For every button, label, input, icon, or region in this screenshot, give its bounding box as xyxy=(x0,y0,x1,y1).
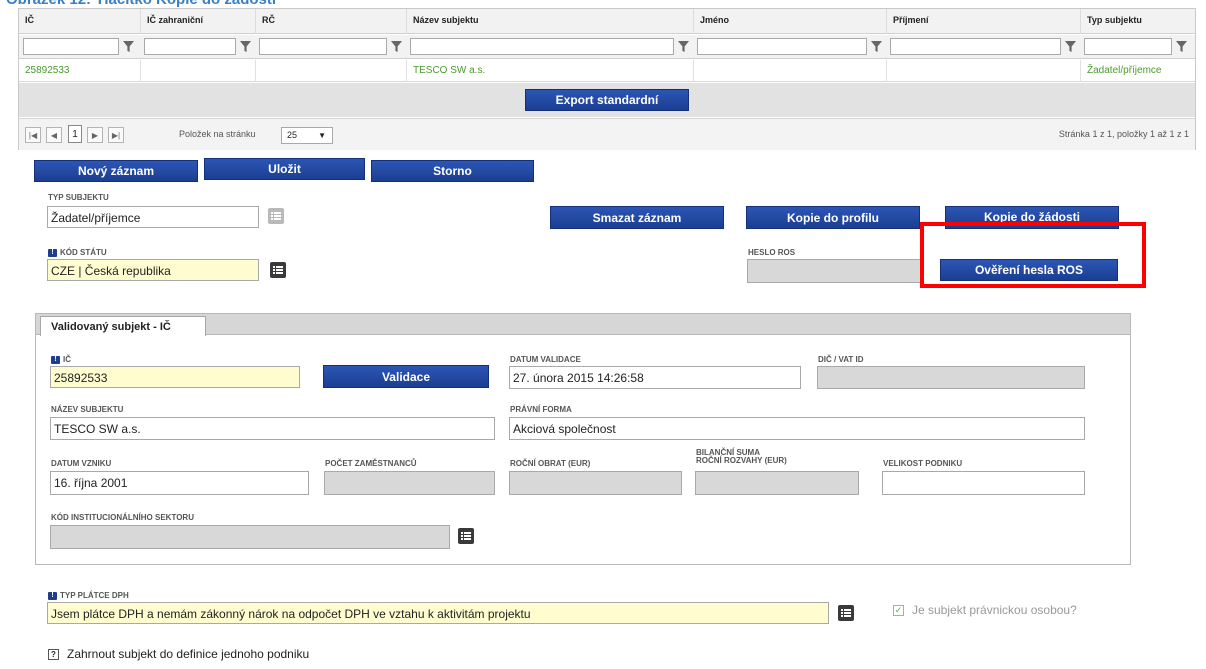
dic-label: DIČ / VAT ID xyxy=(818,355,864,364)
figure-caption: Obrázek 12: Tlačítko Kopie do žádosti xyxy=(6,0,276,8)
velikost-podniku-field[interactable] xyxy=(882,471,1085,495)
pravnicka-osoba-label: Je subjekt právnickou osobou? xyxy=(912,603,1077,617)
filter-funnel-icon[interactable] xyxy=(120,38,136,55)
delete-record-button[interactable]: Smazat záznam xyxy=(550,206,724,229)
column-header-prijmeni[interactable]: Příjmení xyxy=(887,9,1081,34)
cell-prijmeni xyxy=(887,60,1081,82)
per-page-select[interactable]: 25 ▼ xyxy=(281,127,333,144)
list-icon[interactable] xyxy=(268,208,284,224)
typ-subjektu-label: TYP SUBJEKTU xyxy=(48,193,109,202)
datum-validace-label: DATUM VALIDACE xyxy=(510,355,581,364)
bilancni-suma-label: BILANČNÍ SUMA ROČNÍ ROZVAHY (EUR) xyxy=(696,448,787,465)
cell-nazev: TESCO SW a.s. xyxy=(407,60,694,82)
pager: |◀ ◀ 1 ▶ ▶| Položek na stránku 25 ▼ Strá… xyxy=(19,118,1195,150)
column-header-typ[interactable]: Typ subjektu xyxy=(1081,9,1195,34)
filter-input-ic[interactable] xyxy=(23,38,119,55)
chevron-down-icon: ▼ xyxy=(318,131,326,140)
typ-platce-dph-field[interactable]: Jsem plátce DPH a nemám zákonný nárok na… xyxy=(47,602,829,624)
dic-field[interactable] xyxy=(817,366,1085,389)
filter-input-jmeno[interactable] xyxy=(697,38,867,55)
prev-page-icon[interactable]: ◀ xyxy=(46,127,62,143)
heslo-ros-label: HESLO ROS xyxy=(748,248,796,257)
per-page-value: 25 xyxy=(287,130,298,140)
per-page-label: Položek na stránku xyxy=(179,129,256,139)
export-bar: Export standardní xyxy=(19,83,1195,117)
datum-vzniku-label: DATUM VZNIKU xyxy=(51,459,112,468)
velikost-podniku-label: VELIKOST PODNIKU xyxy=(883,459,963,468)
table-row[interactable]: 25892533 TESCO SW a.s. Žadatel/příjemce xyxy=(19,60,1195,82)
filter-funnel-icon[interactable] xyxy=(237,38,253,55)
export-standard-button[interactable]: Export standardní xyxy=(525,89,689,111)
pocet-zamestnancu-field[interactable] xyxy=(324,471,495,495)
kod-statu-field[interactable]: CZE | Česká republika xyxy=(47,259,259,281)
help-icon[interactable]: ? xyxy=(48,649,59,660)
ic-label: ! IČ xyxy=(51,356,71,364)
filter-input-typ[interactable] xyxy=(1084,38,1172,55)
validace-button[interactable]: Validace xyxy=(323,365,489,388)
tab-validovany-subjekt[interactable]: Validovaný subjekt - IČ xyxy=(40,316,206,336)
last-page-icon[interactable]: ▶| xyxy=(108,127,124,143)
filter-funnel-icon[interactable] xyxy=(1062,38,1078,55)
kod-sektoru-label: KÓD INSTITUCIONÁLNÍHO SEKTORU xyxy=(51,513,194,522)
rocni-obrat-field[interactable] xyxy=(509,471,682,495)
pocet-zamestnancu-label: POČET ZAMĚSTNANCŮ xyxy=(325,459,417,468)
cell-rc xyxy=(256,60,407,82)
filter-input-ic-zahranicni[interactable] xyxy=(144,38,236,55)
cell-typ: Žadatel/příjemce xyxy=(1087,65,1162,76)
copy-to-profile-button[interactable]: Kopie do profilu xyxy=(746,206,920,229)
subjects-grid: IČ IČ zahraniční RČ Název subjektu Jméno… xyxy=(18,8,1196,150)
new-record-button[interactable]: Nový záznam xyxy=(34,160,198,182)
rocni-obrat-label: ROČNÍ OBRAT (EUR) xyxy=(510,459,591,468)
typ-platce-dph-label: ! TYP PLÁTCE DPH xyxy=(48,592,129,600)
required-icon: ! xyxy=(48,592,57,600)
filter-funnel-icon[interactable] xyxy=(675,38,691,55)
filter-funnel-icon[interactable] xyxy=(388,38,404,55)
ic-field[interactable]: 25892533 xyxy=(50,366,300,388)
filter-input-nazev[interactable] xyxy=(410,38,674,55)
filter-row xyxy=(19,35,1195,59)
datum-validace-field[interactable]: 27. února 2015 14:26:58 xyxy=(509,366,801,389)
list-icon[interactable] xyxy=(838,605,854,621)
zahrnout-subjekt-label: Zahrnout subjekt do definice jednoho pod… xyxy=(67,647,310,661)
kod-statu-label: ! KÓD STÁTU xyxy=(48,249,107,257)
cell-ic: 25892533 xyxy=(19,60,141,82)
typ-subjektu-field[interactable]: Žadatel/příjemce xyxy=(47,206,259,228)
column-header-jmeno[interactable]: Jméno xyxy=(694,9,887,34)
column-header-ic-zahranicni[interactable]: IČ zahraniční xyxy=(141,9,256,34)
first-page-icon[interactable]: |◀ xyxy=(25,127,41,143)
pravnicka-osoba-checkbox[interactable]: ✓ xyxy=(893,605,904,616)
kod-sektoru-field[interactable] xyxy=(50,525,450,549)
filter-input-rc[interactable] xyxy=(259,38,387,55)
column-header-nazev[interactable]: Název subjektu xyxy=(407,9,694,34)
pravni-forma-label: PRÁVNÍ FORMA xyxy=(510,405,572,414)
cell-jmeno xyxy=(694,60,887,82)
list-icon[interactable] xyxy=(458,528,474,544)
save-button[interactable]: Uložit xyxy=(204,158,365,180)
bilancni-suma-field[interactable] xyxy=(695,471,859,495)
cancel-button[interactable]: Storno xyxy=(371,160,534,182)
column-header-ic[interactable]: IČ xyxy=(19,9,141,34)
filter-funnel-icon[interactable] xyxy=(1173,38,1189,55)
required-icon: ! xyxy=(51,356,60,364)
list-icon[interactable] xyxy=(270,262,286,278)
next-page-icon[interactable]: ▶ xyxy=(87,127,103,143)
grid-header: IČ IČ zahraniční RČ Název subjektu Jméno… xyxy=(19,9,1195,34)
column-header-rc[interactable]: RČ xyxy=(256,9,407,34)
nazev-subjektu-label: NÁZEV SUBJEKTU xyxy=(51,405,124,414)
datum-vzniku-field[interactable]: 16. října 2001 xyxy=(50,471,309,495)
required-icon: ! xyxy=(48,249,57,257)
page-number[interactable]: 1 xyxy=(68,125,82,143)
heslo-ros-field[interactable] xyxy=(747,259,921,283)
cell-ic-zahranicni xyxy=(141,60,256,82)
filter-input-prijmeni[interactable] xyxy=(890,38,1061,55)
nazev-subjektu-field[interactable]: TESCO SW a.s. xyxy=(50,417,495,440)
pager-summary: Stránka 1 z 1, položky 1 až 1 z 1 xyxy=(1058,129,1189,139)
filter-funnel-icon[interactable] xyxy=(868,38,884,55)
highlight-frame xyxy=(920,222,1146,288)
pravni-forma-field[interactable]: Akciová společnost xyxy=(509,417,1085,440)
